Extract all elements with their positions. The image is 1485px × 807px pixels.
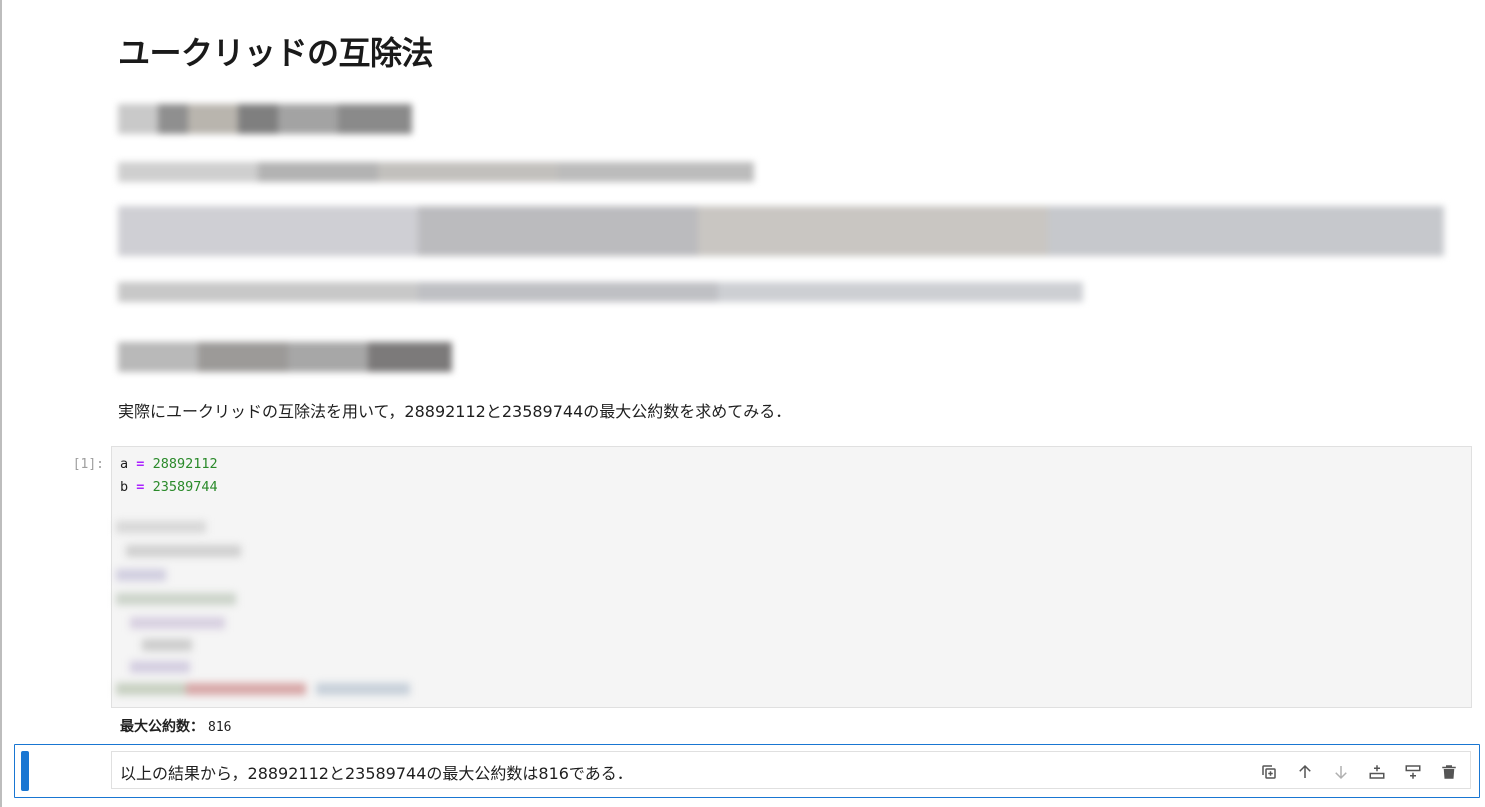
output-label: 最大公約数： — [120, 719, 204, 735]
cell-output: 最大公約数： 816 — [120, 716, 231, 736]
redacted-paragraph-3 — [118, 282, 1083, 302]
markdown-editor[interactable]: 以上の結果から，28892112と23589744の最大公約数は816である． — [111, 751, 1471, 789]
notebook-heading: ユークリッドの互除法 — [118, 34, 434, 72]
output-value: 816 — [208, 720, 232, 735]
cell-toolbar — [1258, 761, 1460, 783]
number-literal: 23589744 — [152, 479, 218, 495]
var-a: a — [120, 456, 129, 472]
code-line-1: a = 28892112 — [120, 456, 218, 472]
code-line-2: b = 23589744 — [120, 479, 218, 495]
markdown-text: 以上の結果から，28892112と23589744の最大公約数は816である． — [120, 764, 633, 783]
var-b: b — [120, 479, 129, 495]
duplicate-icon[interactable] — [1258, 761, 1280, 783]
cell-prompt: [1]: — [72, 457, 104, 472]
code-cell[interactable]: a = 28892112 b = 23589744 — [111, 446, 1472, 708]
insert-above-icon[interactable] — [1366, 761, 1388, 783]
intro-text: 実際にユークリッドの互除法を用いて，28892112と23589744の最大公約… — [118, 402, 792, 421]
redacted-subheading-2 — [118, 342, 452, 372]
insert-below-icon[interactable] — [1402, 761, 1424, 783]
number-literal: 28892112 — [152, 456, 218, 472]
active-markdown-cell[interactable]: 以上の結果から，28892112と23589744の最大公約数は816である． — [14, 744, 1480, 798]
redacted-code-block — [116, 519, 416, 699]
redacted-paragraph-1 — [118, 162, 754, 182]
operator: = — [136, 456, 145, 472]
move-up-icon[interactable] — [1294, 761, 1316, 783]
delete-icon[interactable] — [1438, 761, 1460, 783]
redacted-paragraph-2 — [118, 206, 1444, 256]
operator: = — [136, 479, 145, 495]
move-down-icon[interactable] — [1330, 761, 1352, 783]
notebook-left-border — [0, 0, 2, 807]
redacted-subheading — [118, 104, 412, 134]
cell-collapser[interactable] — [21, 751, 29, 791]
